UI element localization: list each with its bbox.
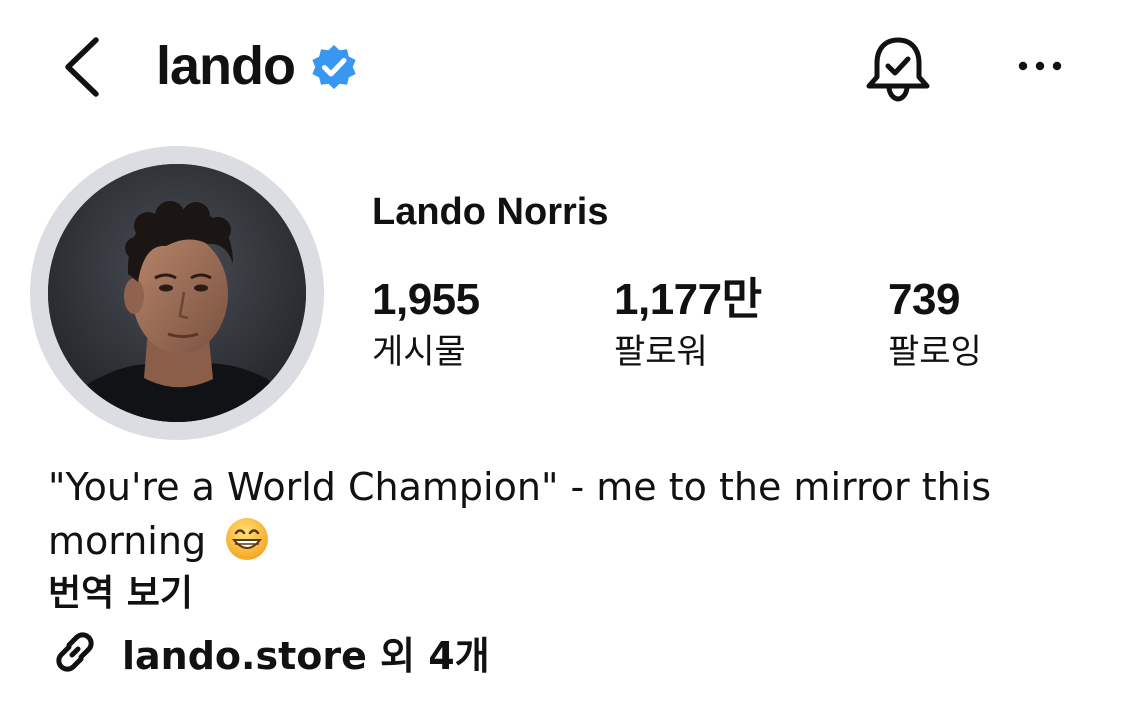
more-horizontal-icon [1018,61,1062,71]
posts-label: 게시물 [372,332,466,372]
followers-label: 팔로워 [614,332,708,372]
following-stat[interactable]: 739 팔로잉 [888,272,982,374]
link-label: lando.store 외 4개 [122,633,490,678]
see-translation-link[interactable]: 번역 보기 [48,570,193,618]
bio: "You're a World Champion" - me to the mi… [48,460,1078,568]
bell-check-icon [866,37,930,102]
bio-text: "You're a World Champion" - me to the mi… [48,465,992,563]
following-label: 팔로잉 [888,332,982,372]
back-button[interactable] [56,32,112,102]
notifications-button[interactable] [860,30,936,106]
chevron-left-icon [65,37,99,97]
following-count: 739 [888,275,960,324]
posts-stat[interactable]: 1,955 게시물 [372,272,480,374]
profile-header: lando [156,30,359,102]
verified-badge-icon [312,45,356,89]
avatar[interactable] [48,164,306,422]
profile-photo [48,164,306,422]
more-options-button[interactable] [1010,46,1070,86]
username: lando [156,36,296,96]
external-links[interactable]: lando.store 외 4개 [48,624,490,680]
followers-count: 1,177만 [614,275,762,324]
grinning-face-icon [226,518,269,560]
posts-count: 1,955 [372,275,480,324]
followers-stat[interactable]: 1,177만 팔로워 [614,272,762,374]
display-name: Lando Norris [372,191,609,233]
link-icon [56,632,94,672]
